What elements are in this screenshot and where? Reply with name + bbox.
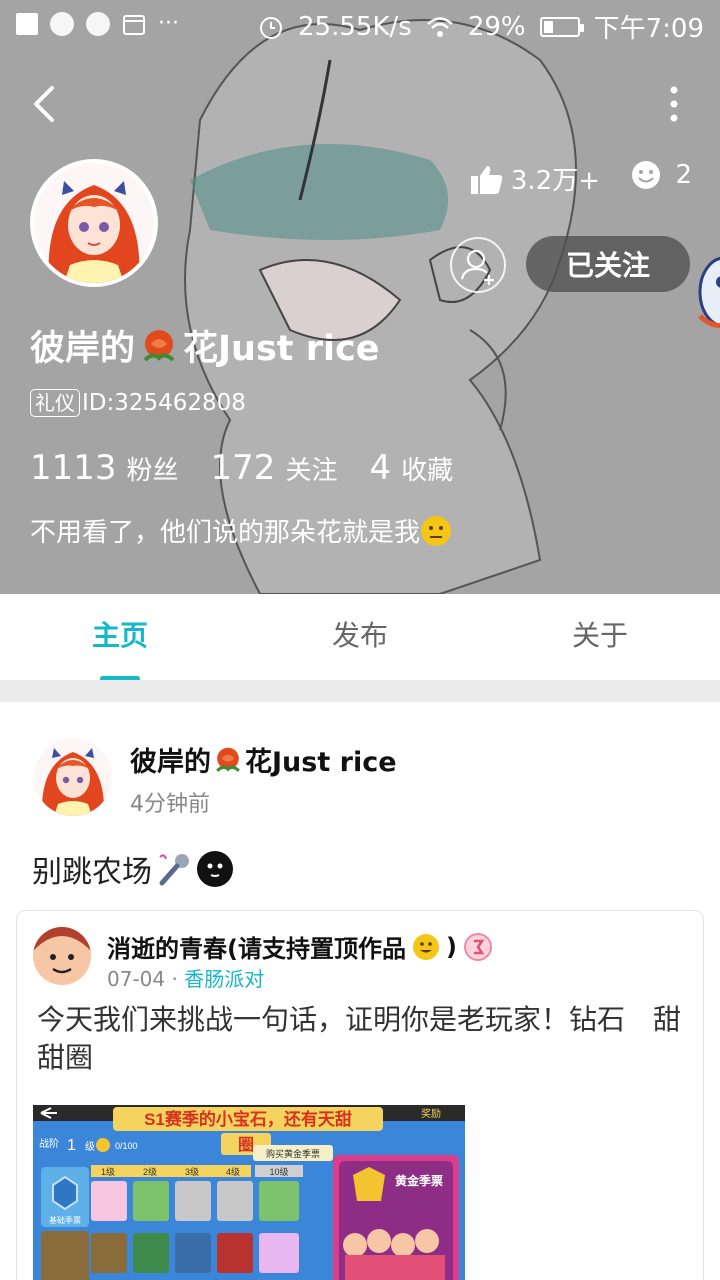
user-id-row: 礼仪 ID:325462808	[30, 389, 246, 417]
profile-tabs: 主页 发布 关于	[0, 594, 720, 680]
comments-count: 2	[675, 160, 692, 190]
battery-percent: 29%	[467, 11, 526, 42]
clock: 下午7:09	[593, 14, 704, 44]
stat-favorites[interactable]: 4 收藏	[369, 448, 453, 488]
post-author-avatar[interactable]	[34, 738, 112, 816]
title-badge: 礼仪	[30, 389, 80, 417]
banner-text: S1赛季的小宝石，还有天甜	[144, 1109, 352, 1129]
neutral-face-emoji-icon	[421, 515, 452, 546]
stat-fans[interactable]: 1113 粉丝	[30, 448, 179, 488]
username-prefix: 彼岸的	[30, 329, 136, 369]
status-left-icons: ···	[16, 12, 179, 36]
buy-pass-label: 购买黄金季票	[266, 1148, 320, 1159]
cartoon-boy-avatar-image	[33, 927, 91, 985]
anime-girl-avatar-image	[34, 163, 154, 283]
tab-posts[interactable]: 发布	[240, 594, 480, 680]
more-notifications-icon: ···	[158, 11, 179, 36]
feed-post[interactable]: 彼岸的 花Just rice 4分钟前 别跳农场 消逝的青春(请支持置顶作品 )…	[0, 702, 720, 1280]
repost-author-avatar[interactable]	[33, 927, 91, 985]
smiley-icon	[632, 161, 661, 189]
more-options-button[interactable]	[664, 84, 684, 124]
post-content: 别跳农场	[32, 847, 234, 891]
microphone-emoji-icon	[159, 854, 189, 886]
anime-girl-avatar-image	[34, 738, 112, 816]
status-bar: ··· 25.55K/s 29% 下午7:09	[0, 0, 720, 50]
repost-author-text: 消逝的青春(请支持置顶作品	[107, 935, 406, 963]
tier-progress: 0/100	[115, 1141, 138, 1151]
repost-author-close: )	[445, 932, 457, 961]
dark-face-emoji-icon	[197, 851, 233, 887]
tier-1-label: 1级	[101, 1166, 115, 1177]
add-user-icon	[460, 249, 494, 285]
profile-bio: 不用看了，他们说的那朵花就是我	[30, 512, 452, 549]
rose-emoji-icon	[143, 329, 175, 361]
likes-counter[interactable]: 3.2万+	[470, 160, 600, 197]
reposted-card[interactable]: 消逝的青春(请支持置顶作品 ) 07-04 · 香肠派对 今天我们来挑战一句话，…	[16, 910, 704, 1280]
comments-counter[interactable]: 2	[631, 160, 692, 190]
tier-4-label: 4级	[226, 1166, 240, 1177]
favorites-count: 4	[369, 448, 392, 488]
post-author-name[interactable]: 彼岸的 花Just rice	[130, 740, 397, 779]
repost-date: 07-04	[107, 967, 166, 991]
bio-text: 不用看了，他们说的那朵花就是我	[30, 518, 421, 548]
basic-pass-label: 基础季票	[49, 1215, 81, 1225]
tab-about[interactable]: 关于	[480, 594, 720, 680]
status-right-icons: 25.55K/s 29% 下午7:09	[258, 8, 704, 45]
author-prefix: 彼岸的	[130, 747, 211, 778]
back-button[interactable]	[26, 82, 66, 126]
tier-level: 1	[67, 1137, 76, 1154]
likes-count: 3.2万+	[510, 166, 600, 196]
post-timestamp: 4分钟前	[130, 792, 210, 817]
stat-following[interactable]: 172 关注	[211, 448, 338, 488]
wifi-icon	[426, 16, 453, 37]
tier-level-unit: 级	[85, 1141, 95, 1153]
tab-home[interactable]: 主页	[0, 594, 240, 680]
search-app-icon	[50, 12, 74, 36]
header-background-art	[0, 0, 720, 594]
reward-label: 奖励	[421, 1107, 441, 1120]
battle-tier-label: 战阶	[39, 1137, 59, 1150]
battery-icon	[539, 16, 584, 37]
repost-text: 今天我们来挑战一句话，证明你是老玩家！钻石 甜甜圈	[37, 1003, 682, 1074]
fans-count: 1113	[30, 448, 117, 488]
tier-2-label: 2级	[143, 1166, 157, 1177]
repost-author-name[interactable]: 消逝的青春(请支持置顶作品 )	[107, 929, 493, 964]
profile-avatar[interactable]	[30, 159, 158, 287]
profile-header: ··· 25.55K/s 29% 下午7:09 3.2万+ 2 已关注 彼岸的 …	[0, 0, 720, 594]
battery-level-fill	[543, 20, 553, 33]
post-text: 别跳农场	[32, 855, 152, 890]
favorites-label: 收藏	[401, 456, 454, 486]
following-label: 关注	[285, 456, 338, 486]
following-button[interactable]: 已关注	[526, 236, 690, 292]
profile-stats: 1113 粉丝 172 关注 4 收藏	[30, 448, 485, 488]
game-screenshot-image: S1赛季的小宝石，还有天甜 圈 奖励 战阶 1 级 0/100 购买黄金季票 基…	[33, 1105, 465, 1280]
following-count: 172	[210, 448, 276, 488]
alarm-icon	[260, 16, 283, 39]
floating-mascot-icon[interactable]	[694, 246, 720, 338]
notification-square-icon	[16, 13, 38, 35]
calendar-icon	[123, 15, 145, 35]
meta-separator: ·	[171, 967, 178, 991]
banner-text-2: 圈	[238, 1136, 254, 1154]
level-badge-icon	[463, 932, 492, 961]
network-speed: 25.55K/s	[298, 11, 412, 42]
author-suffix: 花Just rice	[245, 747, 397, 778]
gold-pass-label: 黄金季票	[395, 1173, 443, 1188]
thumbs-up-icon	[470, 165, 503, 194]
tier-10-label: 10级	[269, 1166, 288, 1177]
repost-topic-link[interactable]: 香肠派对	[184, 967, 264, 991]
rose-emoji-icon	[216, 747, 240, 772]
section-divider	[0, 680, 720, 702]
add-friend-button[interactable]	[450, 237, 506, 293]
username-suffix: 花Just rice	[183, 329, 380, 369]
repost-meta: 07-04 · 香肠派对	[107, 963, 264, 992]
repost-game-screenshot[interactable]: S1赛季的小宝石，还有天甜 圈 奖励 战阶 1 级 0/100 购买黄金季票 基…	[33, 1105, 465, 1280]
tier-3-label: 3级	[185, 1166, 199, 1177]
grinning-emoji-icon	[412, 933, 439, 960]
profile-username: 彼岸的 花Just rice	[30, 320, 379, 371]
globe-icon	[86, 12, 110, 36]
fans-label: 粉丝	[126, 456, 179, 486]
user-id: ID:325462808	[82, 390, 246, 416]
